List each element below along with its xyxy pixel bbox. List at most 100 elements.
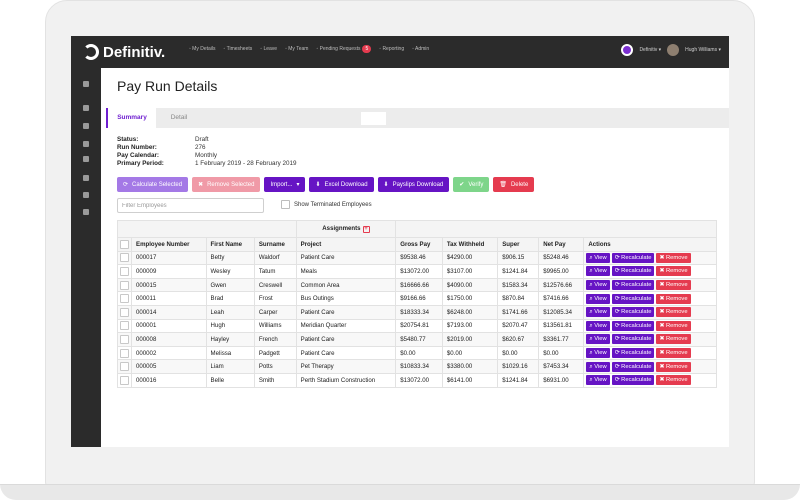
show-terminated-toggle[interactable]: Show Terminated Employees (281, 200, 372, 209)
col-net-pay[interactable]: Net Pay (538, 237, 585, 252)
app-logo[interactable]: Definitiv. (83, 42, 165, 62)
nav-reporting[interactable]: ◦ Reporting (379, 46, 404, 52)
remove-button[interactable]: ✖ Remove (656, 293, 691, 304)
people-icon[interactable] (83, 123, 89, 129)
cell-employee-number: 000008 (131, 332, 207, 347)
recalculate-button[interactable]: ⟳ Recalculate (611, 266, 655, 277)
payslips-download-button[interactable]: ⬇ Payslips Download (377, 177, 450, 192)
filter-employees-input[interactable] (117, 198, 264, 213)
view-button[interactable]: ⌕ View (586, 280, 610, 291)
calculate-selected-button[interactable]: ⟳ Calculate Selected (117, 177, 189, 192)
page-title: Pay Run Details (117, 78, 218, 94)
nav-pending-requests[interactable]: ◦ Pending Requests 5 (316, 45, 372, 53)
row-checkbox[interactable] (120, 307, 129, 317)
pay-calendar-label: Pay Calendar: (117, 152, 159, 159)
recalculate-button[interactable]: ⟳ Recalculate (611, 375, 655, 386)
avatar[interactable] (667, 44, 680, 56)
cell-surname: French (253, 332, 297, 347)
refresh-icon: ⟳ (614, 268, 620, 275)
view-button[interactable]: ⌕ View (586, 293, 610, 304)
view-button[interactable]: ⌕ View (586, 320, 610, 331)
recalculate-button[interactable]: ⟳ Recalculate (611, 307, 655, 318)
excel-download-button[interactable]: ⬇ Excel Download (309, 177, 374, 192)
flag-icon[interactable] (83, 192, 89, 198)
org-chart-icon[interactable] (83, 105, 89, 111)
document-icon[interactable] (83, 209, 89, 215)
cell-super: $620.67 (497, 332, 540, 347)
view-button[interactable]: ⌕ View (586, 266, 610, 277)
cell-surname: Padgett (253, 345, 297, 361)
row-checkbox[interactable] (120, 321, 129, 331)
nav-timesheets[interactable]: ◦ Timesheets (224, 46, 253, 52)
col-first-name[interactable]: First Name (205, 237, 255, 252)
recalculate-button[interactable]: ⟳ Recalculate (611, 320, 655, 331)
nav-my-team[interactable]: ◦ My Team (285, 46, 308, 52)
col-tax-withheld[interactable]: Tax Withheld (441, 237, 499, 252)
row-checkbox[interactable] (120, 375, 129, 385)
remove-button[interactable]: ✖ Remove (656, 334, 691, 345)
show-terminated-checkbox[interactable] (281, 200, 290, 209)
calendar-icon[interactable] (83, 156, 89, 162)
nav-my-details[interactable]: ◦ My Details (189, 46, 216, 52)
recalculate-button[interactable]: ⟳ Recalculate (611, 334, 655, 345)
logo-text: Definitiv. (103, 43, 166, 61)
col-surname[interactable]: Surname (253, 237, 297, 252)
trophy-icon[interactable] (83, 141, 89, 147)
view-button[interactable]: ⌕ View (586, 375, 610, 386)
cell-first-name: Wesley (205, 264, 255, 279)
remove-button[interactable]: ✖ Remove (656, 252, 691, 263)
col-project[interactable]: Project (295, 237, 397, 252)
table-row: 000017 Betty Waldorf Patient Care $9538.46 $4… (117, 250, 717, 266)
recalculate-button[interactable]: ⟳ Recalculate (611, 293, 655, 304)
cell-net-pay: $3361.77 (538, 332, 585, 347)
remove-button[interactable]: ✖ Remove (656, 375, 691, 386)
search-icon: ⌕ (589, 268, 593, 275)
col-employee-number[interactable]: Employee Number (131, 237, 207, 252)
row-checkbox[interactable] (120, 334, 129, 344)
search-icon: ⌕ (589, 322, 593, 329)
remove-selected-button[interactable]: ✖ Remove Selected (192, 177, 261, 192)
cell-tax-withheld: $6248.00 (441, 304, 499, 320)
main-content: Pay Run Details Summary Detail Status: Dr… (101, 68, 729, 447)
payrun-icon[interactable] (83, 175, 89, 181)
select-all-checkbox[interactable] (120, 239, 129, 249)
nav-admin[interactable]: ◦ Admin (412, 46, 429, 52)
remove-button[interactable]: ✖ Remove (656, 348, 691, 359)
view-button[interactable]: ⌕ View (586, 348, 610, 359)
chevron-right-icon[interactable] (83, 81, 89, 87)
row-checkbox[interactable] (120, 253, 129, 263)
row-checkbox[interactable] (120, 280, 129, 290)
col-gross-pay[interactable]: Gross Pay (395, 237, 443, 252)
remove-button[interactable]: ✖ Remove (656, 266, 691, 277)
row-checkbox[interactable] (120, 294, 129, 304)
remove-button[interactable]: ✖ Remove (656, 361, 691, 372)
import-button[interactable]: Import... ▾ (264, 177, 306, 192)
view-button[interactable]: ⌕ View (586, 361, 610, 372)
remove-button[interactable]: ✖ Remove (656, 280, 691, 291)
user-menu[interactable]: Hugh Williams ▾ (685, 47, 721, 53)
recalculate-button[interactable]: ⟳ Recalculate (611, 252, 655, 263)
cell-gross-pay: $20754.81 (395, 318, 443, 334)
row-checkbox[interactable] (120, 362, 129, 372)
view-button[interactable]: ⌕ View (586, 307, 610, 318)
remove-button[interactable]: ✖ Remove (656, 320, 691, 331)
remove-button[interactable]: ✖ Remove (656, 307, 691, 318)
cell-super: $1241.84 (497, 372, 540, 388)
view-button[interactable]: ⌕ View (586, 252, 610, 263)
view-button[interactable]: ⌕ View (586, 334, 610, 345)
cell-employee-number: 000011 (131, 291, 207, 306)
recalculate-button[interactable]: ⟳ Recalculate (611, 348, 655, 359)
recalculate-button[interactable]: ⟳ Recalculate (611, 280, 655, 291)
nav-leave[interactable]: ◦ Leave (260, 46, 277, 52)
col-super[interactable]: Super (497, 237, 540, 252)
recalculate-button[interactable]: ⟳ Recalculate (611, 361, 655, 372)
tab-summary[interactable]: Summary (106, 108, 156, 128)
verify-button[interactable]: ✔ Verify (453, 177, 490, 192)
add-assignment-icon[interactable]: + (362, 226, 370, 233)
cell-first-name: Belle (205, 372, 255, 388)
delete-button[interactable]: 🗑 Delete (493, 177, 535, 192)
tab-detail[interactable]: Detail (158, 108, 200, 128)
org-switcher[interactable]: Definitiv ▾ (639, 47, 661, 53)
row-checkbox[interactable] (120, 266, 129, 276)
row-checkbox[interactable] (120, 348, 129, 358)
